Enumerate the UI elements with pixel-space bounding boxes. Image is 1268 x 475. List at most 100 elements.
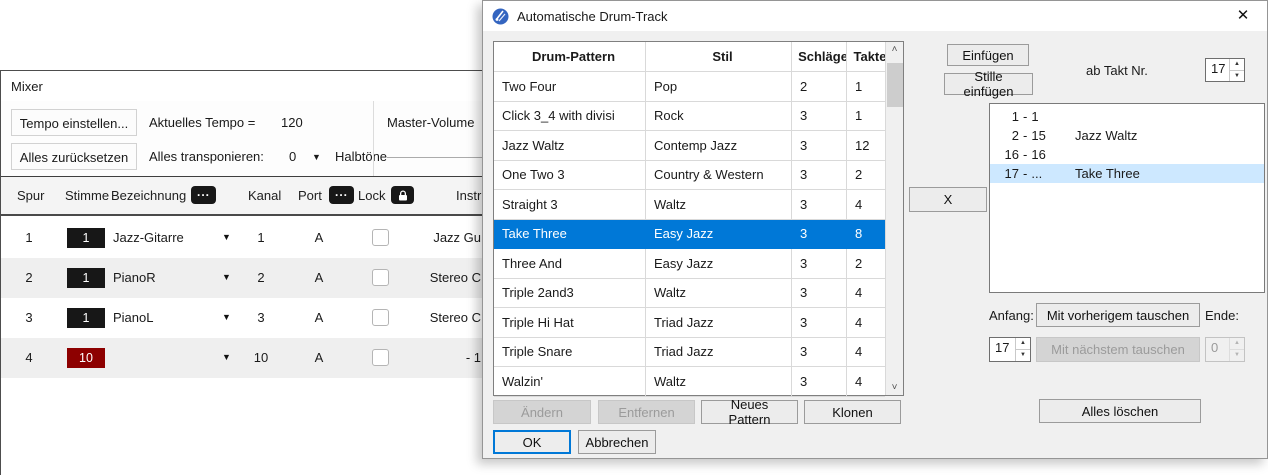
pattern-schlaege[interactable]: 3 bbox=[792, 190, 847, 220]
pattern-name[interactable]: Jazz Waltz bbox=[494, 131, 646, 161]
pattern-name[interactable]: Triple Hi Hat bbox=[494, 308, 646, 338]
anfang-spinner[interactable]: 17 ▲ ▼ bbox=[989, 337, 1031, 362]
col-drum-pattern[interactable]: Drum-Pattern bbox=[494, 42, 646, 72]
lock-checkbox[interactable] bbox=[372, 229, 389, 246]
pattern-schlaege[interactable]: 3 bbox=[792, 102, 847, 132]
pattern-row[interactable]: Straight 3Waltz34 bbox=[494, 190, 885, 220]
voice-badge[interactable]: 1 bbox=[67, 308, 105, 328]
pattern-schlaege[interactable]: 2 bbox=[792, 72, 847, 102]
pattern-name[interactable]: Triple Snare bbox=[494, 338, 646, 368]
pattern-row[interactable]: Triple SnareTriad Jazz34 bbox=[494, 338, 885, 368]
alles-loeschen-button[interactable]: Alles löschen bbox=[1039, 399, 1201, 423]
segment-list-item[interactable]: 2-15Jazz Waltz bbox=[990, 126, 1264, 145]
lock-checkbox[interactable] bbox=[372, 269, 389, 286]
track-name[interactable]: PianoR bbox=[113, 270, 156, 285]
pattern-name[interactable]: Three And bbox=[494, 249, 646, 279]
pattern-takte[interactable]: 4 bbox=[847, 338, 885, 368]
port-value[interactable]: A bbox=[309, 310, 329, 325]
pattern-name[interactable]: Two Four bbox=[494, 72, 646, 102]
pattern-schlaege[interactable]: 3 bbox=[792, 131, 847, 161]
pattern-stil[interactable]: Waltz bbox=[646, 279, 792, 309]
port-value[interactable]: A bbox=[309, 270, 329, 285]
ab-takt-value[interactable]: 17 bbox=[1206, 59, 1229, 81]
pattern-takte[interactable]: 4 bbox=[847, 367, 885, 397]
pattern-schlaege[interactable]: 3 bbox=[792, 220, 847, 250]
pattern-stil[interactable]: Triad Jazz bbox=[646, 338, 792, 368]
einfuegen-button[interactable]: Einfügen bbox=[947, 44, 1029, 66]
channel-value[interactable]: 2 bbox=[246, 270, 276, 285]
pattern-row[interactable]: Take ThreeEasy Jazz38 bbox=[494, 220, 885, 250]
pattern-row[interactable]: Three AndEasy Jazz32 bbox=[494, 249, 885, 279]
pattern-takte[interactable]: 8 bbox=[847, 220, 885, 250]
scroll-up-icon[interactable]: ˄ bbox=[886, 42, 903, 59]
pattern-stil[interactable]: Rock bbox=[646, 102, 792, 132]
pattern-row[interactable]: Click 3_4 with divisiRock31 bbox=[494, 102, 885, 132]
chevron-down-icon[interactable]: ▼ bbox=[222, 312, 231, 322]
chevron-down-icon[interactable]: ▼ bbox=[222, 232, 231, 242]
dialog-titlebar[interactable]: Automatische Drum-Track ✕ bbox=[483, 1, 1267, 31]
pattern-stil[interactable]: Easy Jazz bbox=[646, 249, 792, 279]
segment-list[interactable]: 1-12-15Jazz Waltz16-1617-...Take Three bbox=[989, 103, 1265, 293]
pattern-takte[interactable]: 4 bbox=[847, 308, 885, 338]
pattern-stil[interactable]: Easy Jazz bbox=[646, 220, 792, 250]
channel-value[interactable]: 1 bbox=[246, 230, 276, 245]
port-value[interactable]: A bbox=[309, 230, 329, 245]
reset-all-button[interactable]: Alles zurücksetzen bbox=[11, 143, 137, 170]
x-button[interactable]: X bbox=[909, 187, 987, 212]
segment-list-item[interactable]: 1-1 bbox=[990, 107, 1264, 126]
transpose-dropdown-icon[interactable]: ▼ bbox=[312, 152, 321, 162]
pattern-takte[interactable]: 1 bbox=[847, 102, 885, 132]
pattern-row[interactable]: Two FourPop21 bbox=[494, 72, 885, 102]
pattern-takte[interactable]: 4 bbox=[847, 190, 885, 220]
pattern-table-scrollbar[interactable]: ˄ ˅ bbox=[885, 42, 903, 395]
pattern-schlaege[interactable]: 3 bbox=[792, 161, 847, 191]
chevron-down-icon[interactable]: ▼ bbox=[222, 352, 231, 362]
scrollbar-thumb[interactable] bbox=[887, 63, 903, 107]
segment-list-item[interactable]: 17-...Take Three bbox=[990, 164, 1264, 183]
pattern-row[interactable]: Triple 2and3Waltz34 bbox=[494, 279, 885, 309]
track-name[interactable]: Jazz-Gitarre bbox=[113, 230, 184, 245]
pattern-stil[interactable]: Pop bbox=[646, 72, 792, 102]
spinner-down-icon[interactable]: ▼ bbox=[1230, 71, 1244, 82]
pattern-name[interactable]: Take Three bbox=[494, 220, 646, 250]
port-value[interactable]: A bbox=[309, 350, 329, 365]
abbrechen-button[interactable]: Abbrechen bbox=[578, 430, 656, 454]
pattern-name[interactable]: Triple 2and3 bbox=[494, 279, 646, 309]
pattern-name[interactable]: One Two 3 bbox=[494, 161, 646, 191]
ab-takt-spinner[interactable]: 17 ▲ ▼ bbox=[1205, 58, 1245, 82]
port-more-button[interactable]: ... bbox=[329, 186, 354, 204]
pattern-schlaege[interactable]: 3 bbox=[792, 367, 847, 397]
pattern-schlaege[interactable]: 3 bbox=[792, 338, 847, 368]
pattern-row[interactable]: Jazz WaltzContemp Jazz312 bbox=[494, 131, 885, 161]
voice-badge[interactable]: 1 bbox=[67, 228, 105, 248]
pattern-row[interactable]: One Two 3Country & Western32 bbox=[494, 161, 885, 191]
pattern-takte[interactable]: 2 bbox=[847, 249, 885, 279]
bezeichnung-more-button[interactable]: ... bbox=[191, 186, 216, 204]
lock-checkbox[interactable] bbox=[372, 349, 389, 366]
stille-einfuegen-button[interactable]: Stille einfügen bbox=[944, 73, 1033, 95]
pattern-row[interactable]: Triple Hi HatTriad Jazz34 bbox=[494, 308, 885, 338]
spinner-up-icon[interactable]: ▲ bbox=[1016, 338, 1030, 350]
channel-value[interactable]: 3 bbox=[246, 310, 276, 325]
pattern-name[interactable]: Click 3_4 with divisi bbox=[494, 102, 646, 132]
col-schlaege[interactable]: Schläge bbox=[792, 42, 847, 72]
scroll-down-icon[interactable]: ˅ bbox=[886, 378, 903, 395]
pattern-stil[interactable]: Contemp Jazz bbox=[646, 131, 792, 161]
col-takte[interactable]: Takte bbox=[847, 42, 885, 72]
chevron-down-icon[interactable]: ▼ bbox=[222, 272, 231, 282]
pattern-name[interactable]: Walzin' bbox=[494, 367, 646, 397]
lock-all-button[interactable] bbox=[391, 186, 414, 204]
pattern-schlaege[interactable]: 3 bbox=[792, 249, 847, 279]
pattern-name[interactable]: Straight 3 bbox=[494, 190, 646, 220]
pattern-stil[interactable]: Waltz bbox=[646, 367, 792, 397]
voice-badge[interactable]: 1 bbox=[67, 268, 105, 288]
neues-pattern-button[interactable]: Neues Pattern bbox=[701, 400, 798, 424]
pattern-schlaege[interactable]: 3 bbox=[792, 279, 847, 309]
transpose-value[interactable]: 0 bbox=[289, 149, 296, 164]
pattern-takte[interactable]: 12 bbox=[847, 131, 885, 161]
ok-button[interactable]: OK bbox=[493, 430, 571, 454]
pattern-takte[interactable]: 2 bbox=[847, 161, 885, 191]
col-stil[interactable]: Stil bbox=[646, 42, 792, 72]
pattern-schlaege[interactable]: 3 bbox=[792, 308, 847, 338]
pattern-takte[interactable]: 4 bbox=[847, 279, 885, 309]
